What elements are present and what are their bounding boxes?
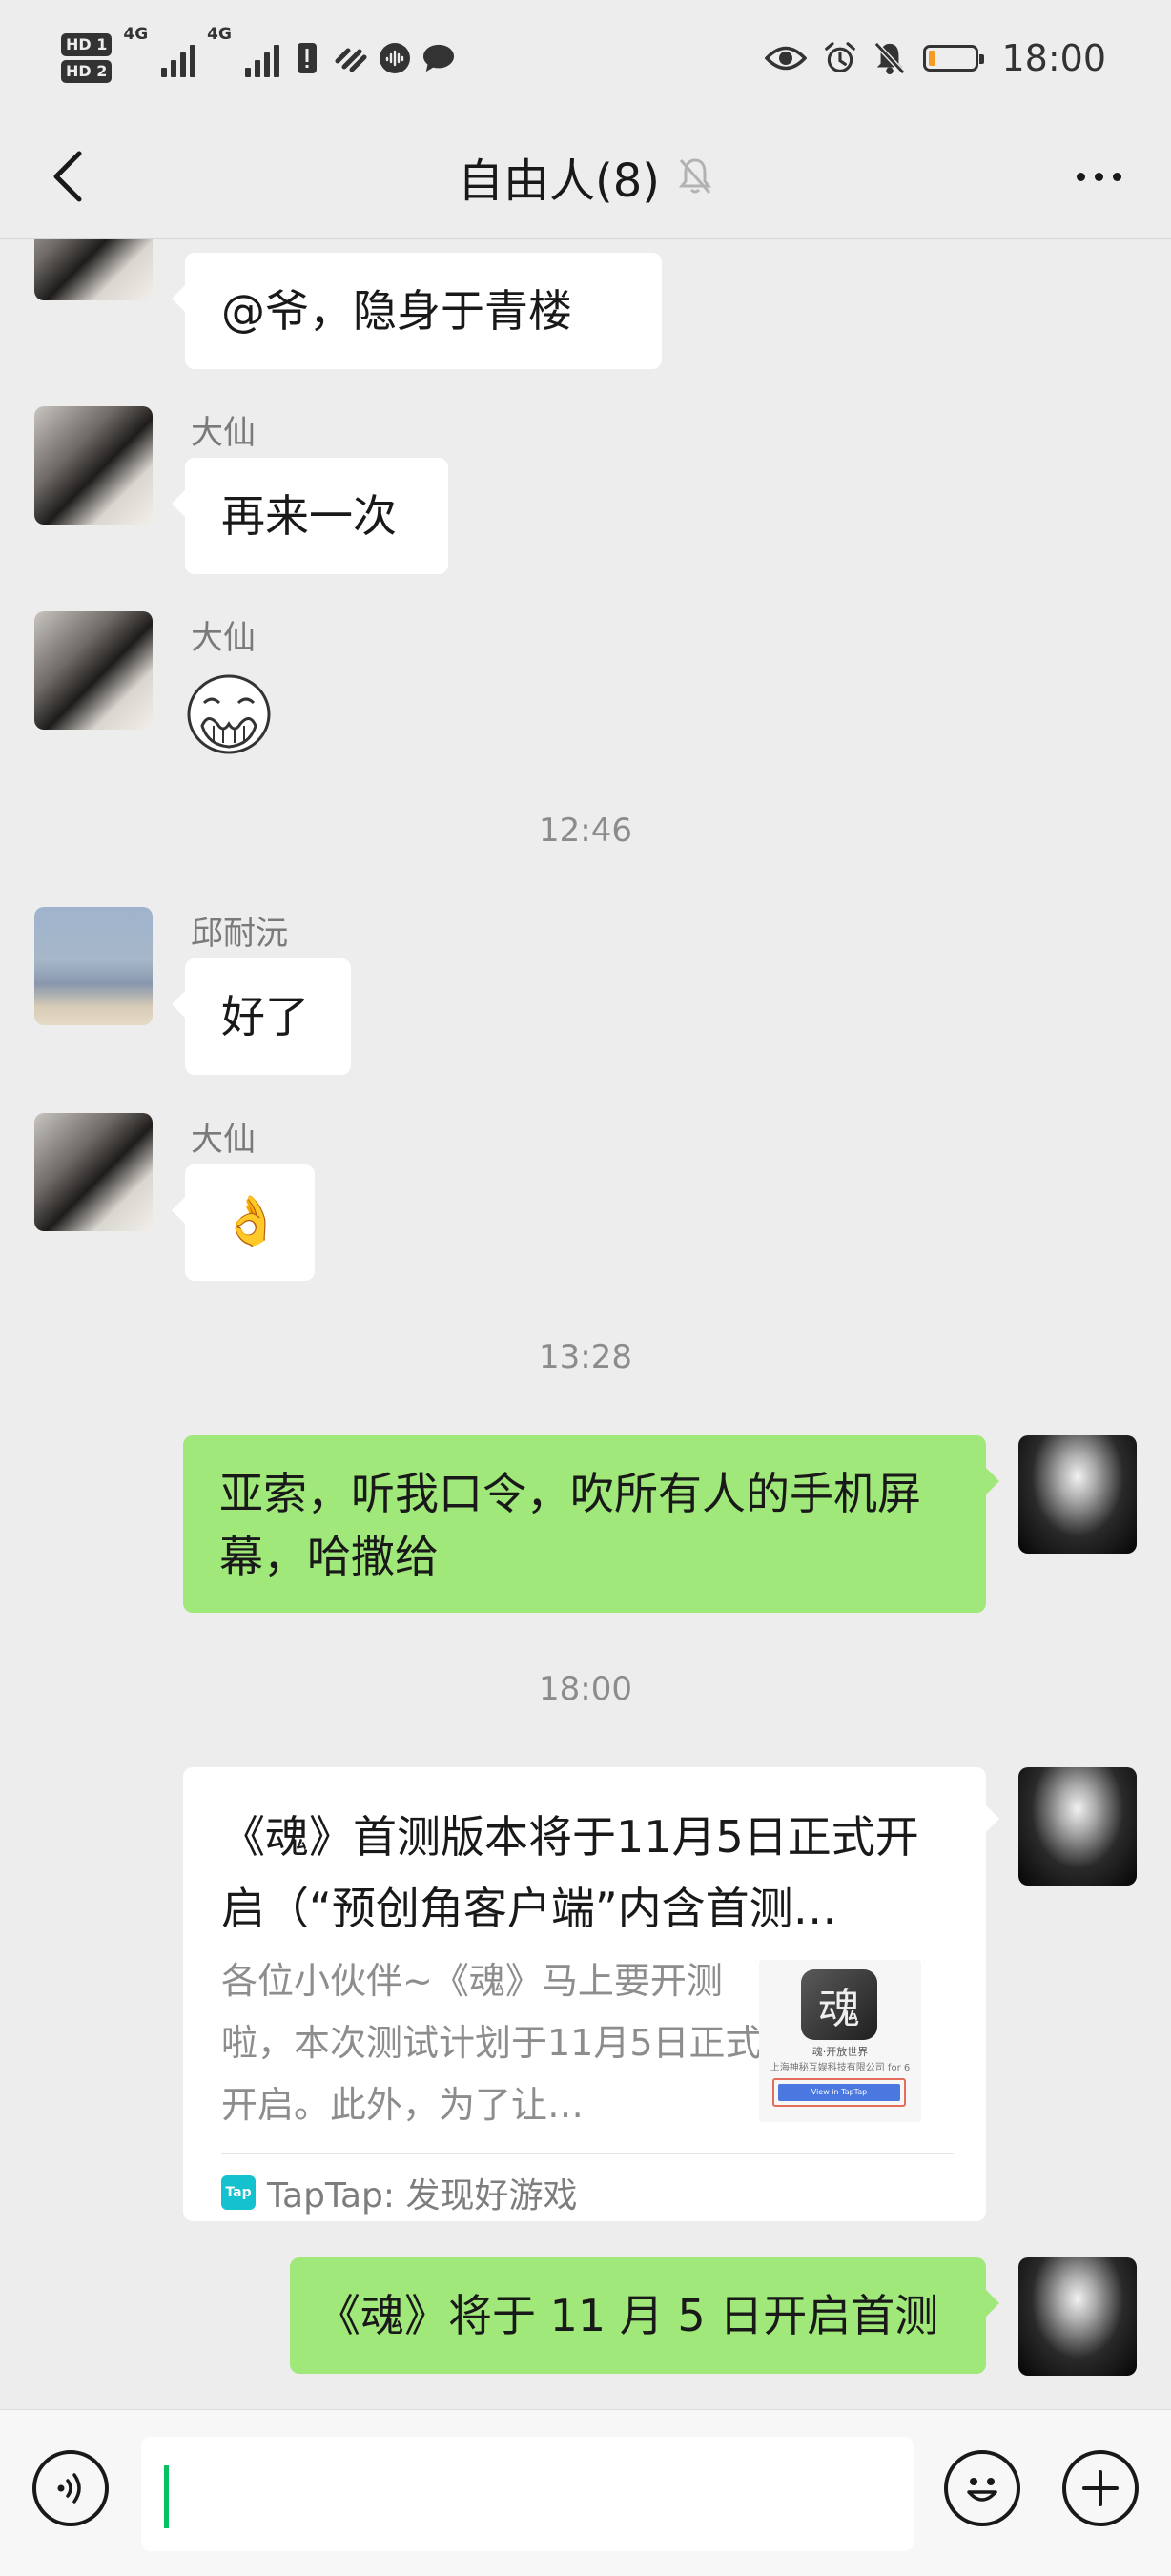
taptap-icon: Tap [221,2175,256,2210]
more-dot [1094,172,1103,181]
timestamp: 12:46 [539,812,632,850]
more-actions-button[interactable] [1062,2450,1139,2526]
text-bubble-self[interactable]: 《魂》将于 11 月 5 日开启首测 [290,2257,999,2374]
message-notification-icon [422,42,455,74]
more-button[interactable] [1060,143,1137,210]
avatar-self[interactable] [1018,2257,1137,2376]
message-item-self: 《魂》首测版本将于11月5日正式开启（“预创角客户端”内含首测… 各位小伙伴~《… [0,1767,1171,2225]
thumb-caption: 魂·开放世界 [811,2046,869,2058]
ok-hand-emoji: 👌 [221,1193,281,1248]
thumb-button: View in TapTap [772,2078,906,2107]
status-bar: HD 1 HD 2 4G 4G 18:00 [0,0,1171,114]
timestamp: 18:00 [539,1670,632,1708]
status-left: HD 1 HD 2 4G 4G [61,25,455,92]
voice-button[interactable] [32,2450,109,2526]
link-card[interactable]: 《魂》首测版本将于11月5日正式开启（“预创角客户端”内含首测… 各位小伙伴~《… [183,1767,999,2221]
input-bar [0,2409,1171,2576]
status-time: 18:00 [1001,37,1106,79]
message-item: 大仙 @爷，隐身于青楼 [0,239,1171,373]
network-type-2: 4G [207,25,232,44]
message-list[interactable]: 大仙 @爷，隐身于青楼 大仙 再来一次 大仙 12:46 邱耐沅 好 [0,239,1171,2408]
status-right: 18:00 [765,32,1106,84]
chat-header: 自由人(8) [0,114,1171,239]
card-source: Tap TapTap: 发现好游戏 [221,2164,577,2221]
message-text: 《魂》将于 11 月 5 日开启首测 [317,2290,939,2341]
hd2-badge: HD 2 [61,60,113,83]
chat-title[interactable]: 自由人(8) [458,143,660,210]
message-item: 邱耐沅 好了 [0,907,1171,1088]
game-logo: 魂 [801,1969,877,2040]
avatar-daxian[interactable] [34,239,153,300]
plus-icon [1082,2470,1119,2506]
text-cursor [164,2465,169,2528]
message-input[interactable] [141,2437,914,2551]
avatar-daxian[interactable] [34,611,153,730]
message-text: 再来一次 [221,490,397,542]
sender-name: 大仙 [191,619,256,657]
silent-bell-icon [873,41,906,75]
battery-icon [923,45,985,72]
avatar-daxian[interactable] [34,1113,153,1231]
voice-assistant-icon [379,42,411,74]
alarm-icon [824,42,856,74]
signal-1-icon [161,39,196,77]
sender-name: 邱耐沅 [191,915,288,953]
emoji-button[interactable] [944,2450,1020,2526]
thumb-button-label: View in TapTap [778,2084,900,2101]
hd1-badge: HD 1 [61,33,113,56]
avatar-self[interactable] [1018,1435,1137,1554]
avatar-qiu[interactable] [34,907,153,1025]
message-text: 好了 [221,991,309,1042]
more-dot [1112,172,1121,181]
text-bubble[interactable]: 再来一次 [172,458,448,574]
hd-indicators: HD 1 HD 2 [61,33,113,83]
text-bubble-self[interactable]: 亚索，听我口令，吹所有人的手机屏幕，哈撒给 [183,1435,999,1613]
more-dot [1076,172,1085,181]
text-bubble[interactable]: 好了 [172,958,351,1075]
battery-level [929,51,936,66]
card-description: 各位小伙伴~《魂》马上要开测啦，本次测试计划于11月5日正式开启。此外，为了让… [221,1960,762,2126]
card-thumbnail: 魂 魂·开放世界 上海神秘互娱科技有限公司 for 6 View in TapT… [759,1960,921,2122]
card-title: 《魂》首测版本将于11月5日正式开启（“预创角客户端”内含首测… [221,1811,919,1934]
message-item: 大仙 👌 [0,1113,1171,1294]
card-divider [221,2153,954,2154]
sender-name: 大仙 [191,1121,256,1159]
network-type-1: 4G [123,25,149,44]
message-item: 大仙 [0,611,1171,754]
card-source-label: TapTap: 发现好游戏 [267,2176,578,2215]
thumb-publisher: 上海神秘互娱科技有限公司 for 6 [770,2063,911,2073]
message-text: 亚索，听我口令，吹所有人的手机屏幕，哈撒给 [219,1468,921,1582]
sim-alert-icon [291,42,323,74]
message-item: 大仙 再来一次 [0,406,1171,587]
smiley-icon [967,2478,997,2502]
eye-comfort-icon [765,42,808,74]
message-text: @爷，隐身于青楼 [221,285,572,337]
emoji-bubble[interactable]: 👌 [172,1164,315,1281]
message-item-self: 亚索，听我口令，吹所有人的手机屏幕，哈撒给 [0,1435,1171,1626]
avatar-self[interactable] [1018,1767,1137,1886]
huawei-share-icon [335,42,367,74]
text-bubble[interactable]: @爷，隐身于青楼 [172,253,662,369]
avatar-daxian[interactable] [34,406,153,525]
message-item-self: 《魂》将于 11 月 5 日开启首测 [0,2257,1171,2381]
face-covering-mouth-sticker[interactable] [183,667,275,758]
title-wrap: 自由人(8) [0,114,1171,238]
sender-name: 大仙 [191,414,256,452]
bell-off-icon [678,158,712,194]
voice-icon [57,2473,81,2504]
signal-2-icon [244,39,279,77]
timestamp: 13:28 [539,1338,632,1376]
